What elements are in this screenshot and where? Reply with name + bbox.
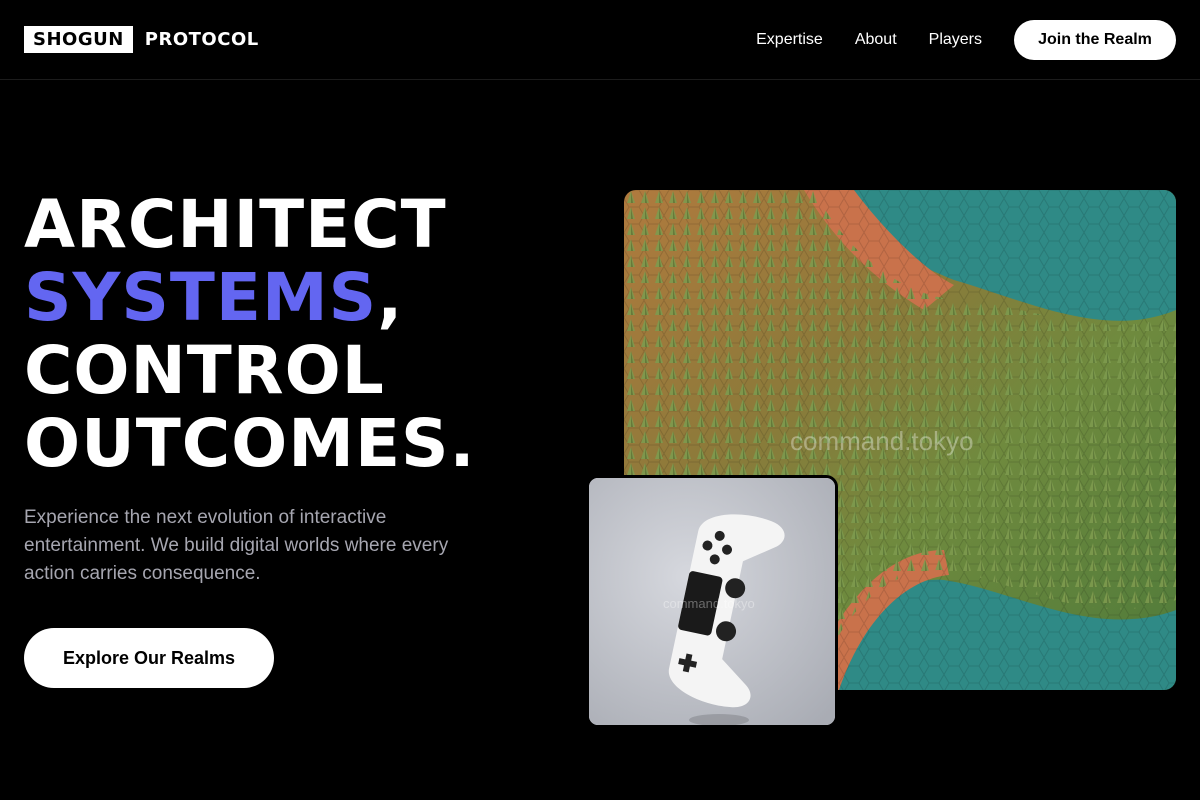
top-nav: SHOGUN PROTOCOL Expertise About Players … xyxy=(0,0,1200,80)
explore-realms-button[interactable]: Explore Our Realms xyxy=(24,628,274,688)
headline-line-2: SYSTEMS, xyxy=(24,261,476,334)
join-realm-button[interactable]: Join the Realm xyxy=(1014,20,1176,60)
hero-description: Experience the next evolution of interac… xyxy=(24,507,449,584)
hero-headline: ARCHITECT SYSTEMS, CONTROL OUTCOMES. xyxy=(24,188,476,480)
game-controller-image: command.tokyo xyxy=(586,475,838,728)
brand-logo[interactable]: SHOGUN PROTOCOL xyxy=(24,26,259,53)
logo-text: PROTOCOL xyxy=(144,29,259,50)
nav-link-about[interactable]: About xyxy=(855,29,897,51)
logo-box-text: SHOGUN xyxy=(24,26,133,53)
headline-line-3: CONTROL xyxy=(24,332,385,409)
nav-link-expertise[interactable]: Expertise xyxy=(756,29,823,51)
headline-accent: SYSTEMS xyxy=(24,259,378,336)
nav-link-players[interactable]: Players xyxy=(929,29,982,51)
headline-line-4: OUTCOMES. xyxy=(24,405,476,482)
headline-comma: , xyxy=(377,259,404,336)
nav-links: Expertise About Players xyxy=(756,29,982,51)
headline-line-1: ARCHITECT xyxy=(24,186,447,263)
